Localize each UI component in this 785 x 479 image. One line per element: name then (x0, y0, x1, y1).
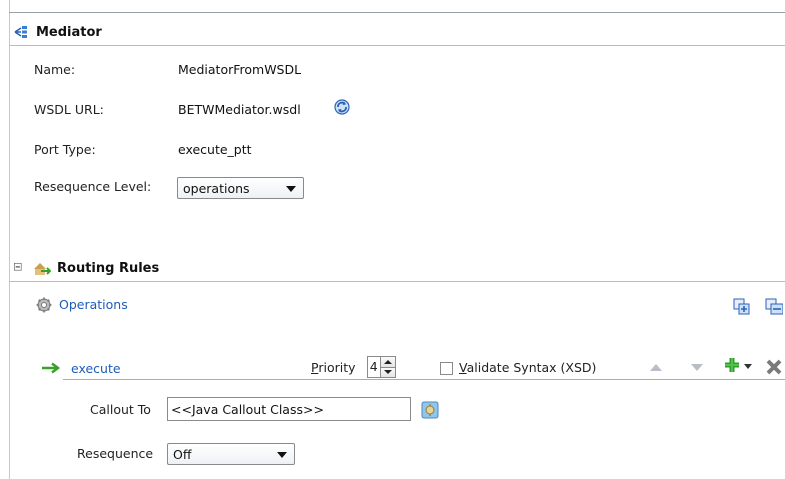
operation-execute-link[interactable]: execute (71, 361, 121, 376)
port-type-value: execute_ptt (178, 142, 252, 157)
callout-to-label: Callout To (90, 402, 151, 417)
routing-rules-header: Routing Rules (14, 256, 159, 280)
priority-label: Priority (311, 360, 356, 375)
wsdl-url-label: WSDL URL: (34, 102, 104, 117)
browse-class-icon[interactable] (421, 401, 439, 419)
chevron-up-icon (383, 359, 392, 364)
priority-increment-button[interactable] (380, 357, 395, 367)
refresh-wsdl-icon[interactable] (333, 98, 351, 116)
routing-rules-title: Routing Rules (57, 260, 160, 276)
routing-divider (9, 281, 785, 282)
arrow-right-icon (42, 362, 61, 374)
chevron-down-icon (286, 186, 296, 192)
validate-syntax-label: Validate Syntax (XSD) (459, 360, 597, 375)
panel-top-border (9, 12, 785, 13)
priority-stepper[interactable]: 4 (367, 356, 396, 378)
name-value: MediatorFromWSDL (178, 62, 302, 77)
mediator-icon (14, 26, 27, 38)
routing-rules-icon (34, 263, 51, 275)
mediator-divider (9, 45, 785, 46)
chevron-down-icon (383, 370, 392, 375)
callout-to-value: <<Java Callout Class>> (171, 401, 324, 417)
mediator-header: Mediator (14, 20, 102, 44)
resequence-level-label: Resequence Level: (34, 179, 152, 194)
add-dropdown-chevron-icon[interactable] (744, 364, 752, 370)
expand-all-icon[interactable] (733, 298, 751, 316)
wsdl-url-value: BETWMediator.wsdl (178, 102, 301, 117)
chevron-down-icon (277, 452, 287, 458)
resequence-level-select[interactable]: operations (177, 177, 304, 199)
resequence-label: Resequence (77, 446, 154, 461)
move-up-icon[interactable] (649, 361, 663, 373)
operation-underline (63, 379, 785, 380)
validate-syntax-checkbox[interactable] (440, 362, 453, 375)
operations-link[interactable]: Operations (59, 297, 128, 312)
priority-value: 4 (369, 359, 378, 374)
priority-decrement-button[interactable] (380, 366, 395, 377)
name-label: Name: (34, 62, 76, 77)
callout-to-field[interactable]: <<Java Callout Class>> (167, 397, 411, 421)
panel-left-border (9, 0, 10, 479)
gear-icon (36, 297, 52, 313)
resequence-select[interactable]: Off (167, 443, 295, 465)
resequence-level-value: operations (183, 180, 250, 196)
delete-icon[interactable] (765, 358, 783, 376)
move-down-icon[interactable] (690, 361, 704, 373)
mediator-title: Mediator (36, 24, 102, 40)
collapse-icon[interactable] (14, 262, 25, 274)
resequence-value: Off (173, 446, 192, 462)
port-type-label: Port Type: (34, 142, 96, 157)
add-icon[interactable] (722, 356, 742, 376)
collapse-all-icon[interactable] (765, 298, 783, 316)
